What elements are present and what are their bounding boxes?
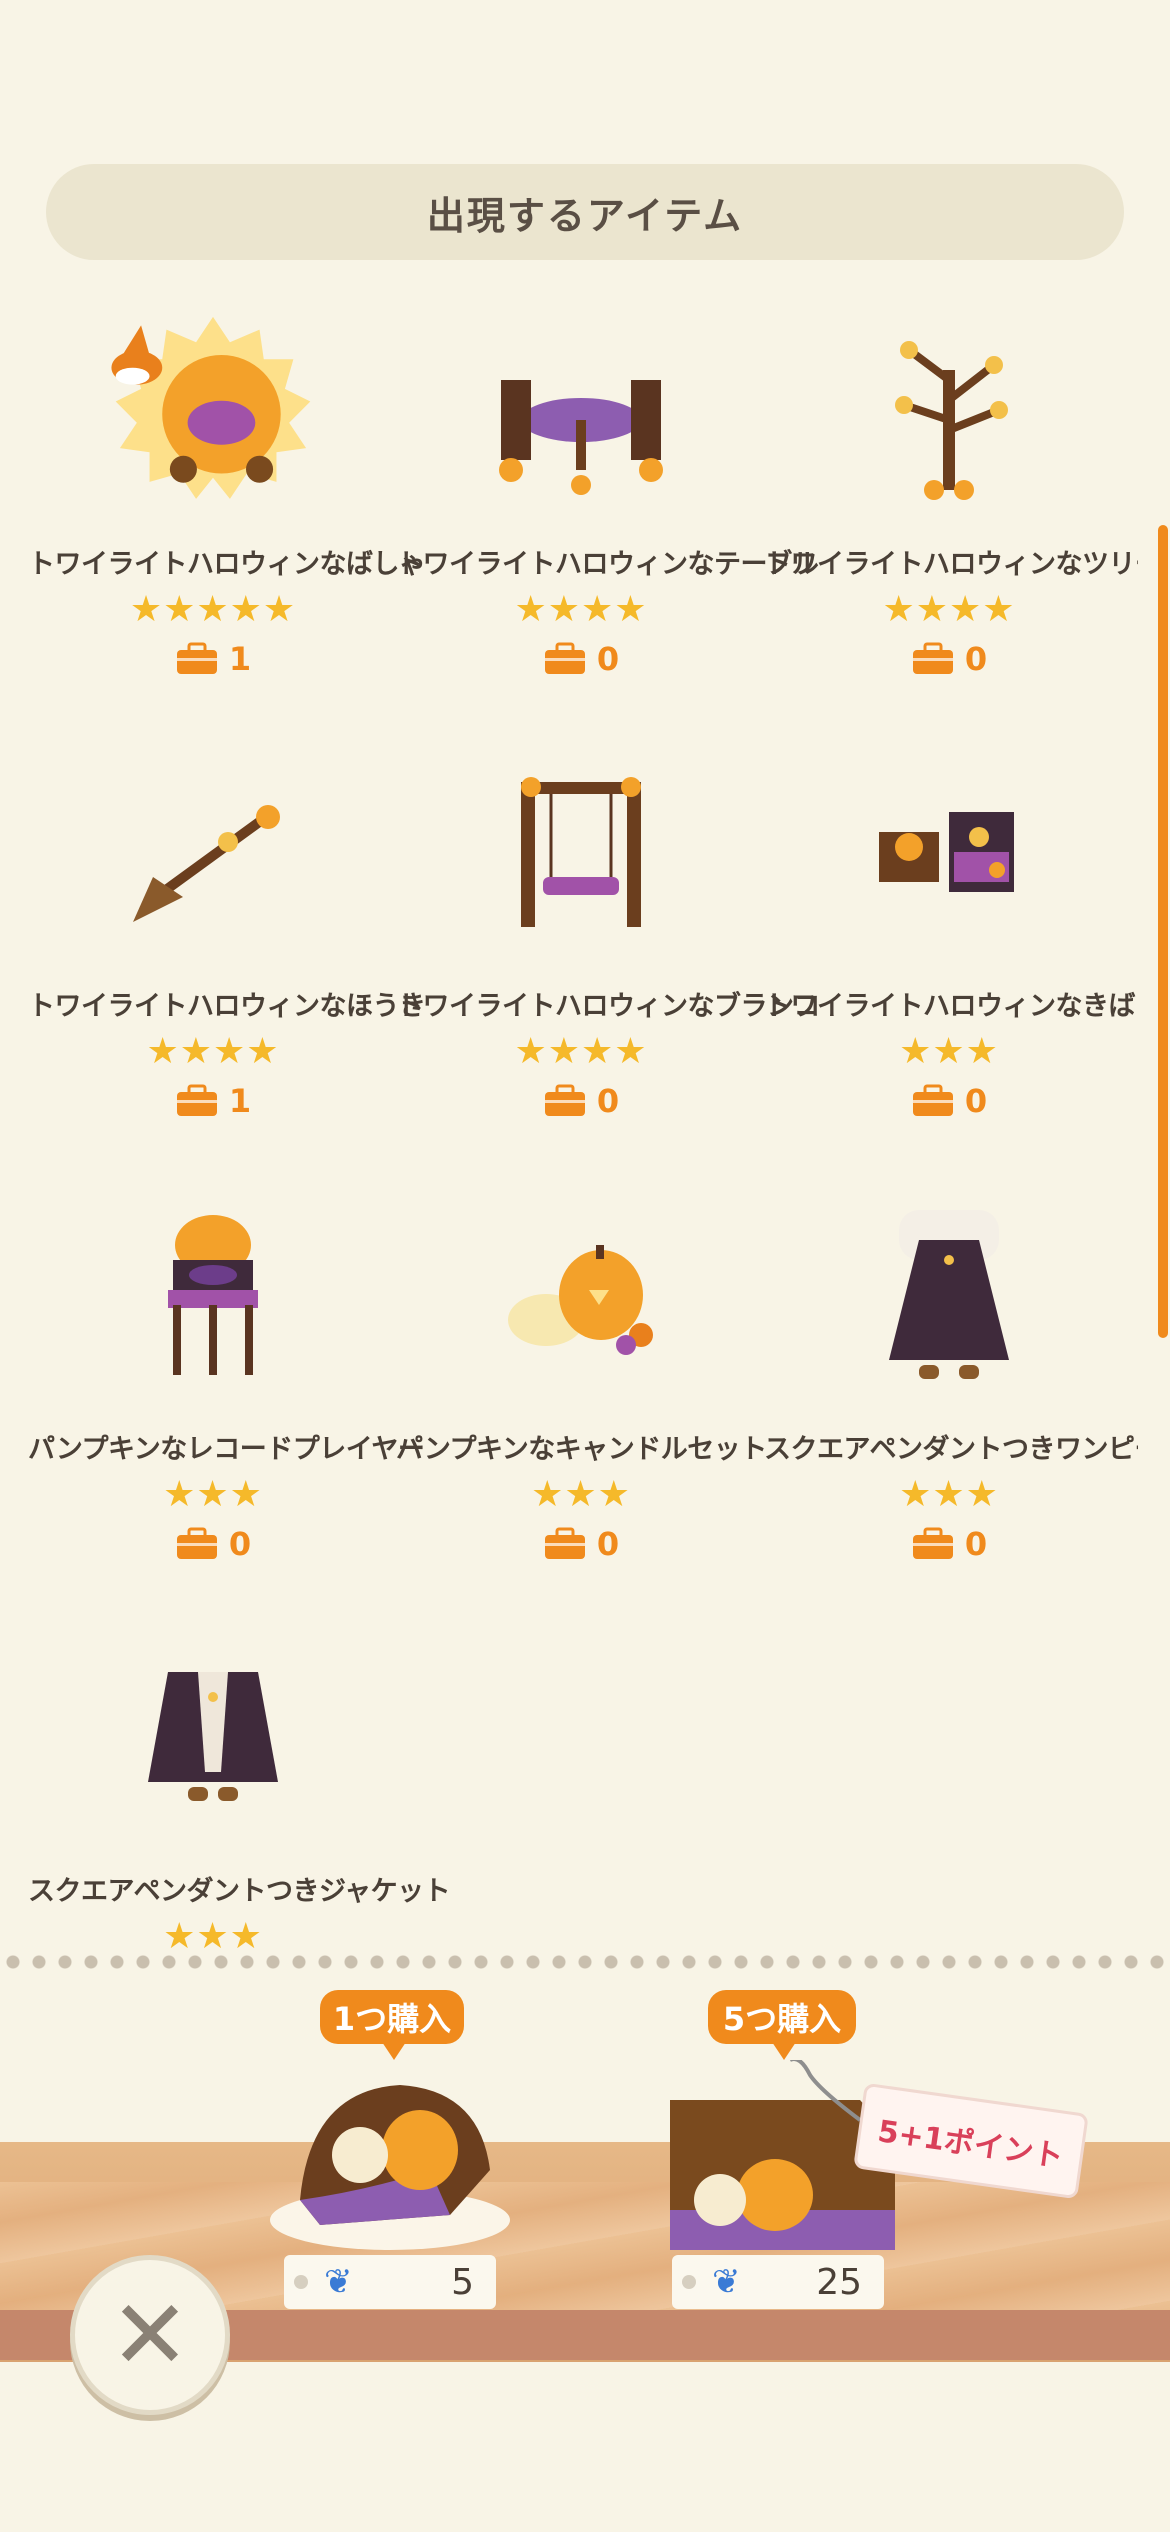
purchase-area (0, 1972, 1170, 2532)
item-card[interactable]: トワイライトハロウィンなばしゃ ★★★★★ 1 (28, 290, 426, 710)
item-name: トワイライトハロウィンなほうき (28, 991, 426, 1022)
star-rating: ★★★★ (514, 1031, 648, 1072)
bag-icon (912, 642, 953, 674)
bag-icon (544, 642, 585, 674)
item-card[interactable]: スクエアペンダントつきジャケット ★★★ (28, 1617, 451, 1962)
leaf-ticket-icon: ❦ (324, 2262, 353, 2302)
owned-count: 0 (764, 1082, 1134, 1120)
item-name: トワイライトハロウィンなブランコ (396, 991, 821, 1022)
item-name: パンプキンなキャンドルセット (396, 1434, 767, 1465)
table-image (471, 290, 691, 530)
bag-icon (176, 642, 217, 674)
close-icon: ✕ (109, 2279, 191, 2391)
bag-icon (176, 1527, 217, 1559)
item-card[interactable]: トワイライトハロウィンなブランコ ★★★★ 0 (396, 732, 821, 1152)
owned-count: 0 (28, 1525, 398, 1563)
star-rating: ★★★ (899, 1031, 999, 1072)
item-card[interactable]: トワイライトハロウィンなほうき ★★★★ 1 (28, 732, 426, 1152)
single-cookie-button[interactable] (260, 2050, 520, 2250)
single-price-value: 5 (451, 2261, 474, 2303)
owned-count: 0 (396, 640, 766, 678)
dotted-divider (0, 1955, 1170, 1969)
bag-icon (912, 1527, 953, 1559)
owned-count: 0 (764, 640, 1134, 678)
tree-image (839, 290, 1059, 530)
broom-image (103, 732, 323, 972)
star-rating: ★★★★ (514, 589, 648, 630)
dress-image (839, 1175, 1059, 1415)
owned-value: 0 (964, 1082, 988, 1120)
item-card[interactable]: トワイライトハロウィンなツリー ★★★★ 0 (764, 290, 1138, 710)
record-player-image (103, 1175, 323, 1415)
bundle-price: ❦ 25 (672, 2255, 884, 2309)
buy-five-label[interactable]: 5つ購入 (708, 1990, 856, 2060)
owned-value: 0 (964, 1525, 988, 1563)
item-card[interactable]: スクエアペンダントつきワンピース ★★★ 0 (764, 1175, 1138, 1595)
item-name: パンプキンなレコードプレイヤー (28, 1434, 425, 1465)
leaf-ticket-icon: ❦ (712, 2262, 741, 2302)
tag-hole (294, 2275, 308, 2289)
single-price: ❦ 5 (284, 2255, 496, 2309)
item-grid[interactable]: トワイライトハロウィンなばしゃ ★★★★★ 1 トワイライトハロウィンなテーブル… (28, 290, 1138, 1962)
owned-value: 0 (228, 1525, 252, 1563)
jacket-image (103, 1617, 323, 1857)
owned-count: 1 (28, 640, 398, 678)
star-rating: ★★★★ (146, 1031, 280, 1072)
star-rating: ★★★ (899, 1474, 999, 1515)
owned-count: 1 (28, 1082, 398, 1120)
item-card[interactable]: トワイライトハロウィンなきばこ ★★★ 0 (764, 732, 1138, 1152)
owned-count: 0 (396, 1525, 766, 1563)
candle-set-image (471, 1175, 691, 1415)
buy-one-label[interactable]: 1つ購入 (320, 1990, 464, 2060)
bag-icon (544, 1527, 585, 1559)
owned-value: 0 (596, 640, 620, 678)
wooden-box-image (839, 732, 1059, 972)
star-rating: ★★★★ (882, 589, 1016, 630)
owned-count: 0 (764, 1525, 1134, 1563)
page-title: 出現するアイテム (46, 164, 1124, 260)
close-button[interactable]: ✕ (70, 2255, 230, 2415)
owned-value: 1 (228, 640, 252, 678)
item-name: トワイライトハロウィンなきばこ (764, 991, 1138, 1022)
item-card[interactable]: トワイライトハロウィンなテーブル ★★★★ 0 (396, 290, 819, 710)
owned-count: 0 (396, 1082, 766, 1120)
carriage-image (103, 290, 323, 530)
star-rating: ★★★★★ (129, 589, 297, 630)
scrollbar[interactable] (1158, 525, 1168, 1338)
bag-icon (176, 1084, 217, 1116)
item-name: トワイライトハロウィンなばしゃ (28, 549, 426, 580)
owned-value: 0 (596, 1082, 620, 1120)
item-name: スクエアペンダントつきワンピース (764, 1434, 1138, 1465)
owned-value: 0 (596, 1525, 620, 1563)
item-name: トワイライトハロウィンなテーブル (396, 549, 819, 580)
item-name: スクエアペンダントつきジャケット (28, 1876, 451, 1907)
item-name: トワイライトハロウィンなツリー (764, 549, 1138, 580)
star-rating: ★★★ (163, 1474, 263, 1515)
star-rating: ★★★ (163, 1916, 263, 1957)
bundle-price-value: 25 (816, 2261, 862, 2303)
item-card[interactable]: パンプキンなレコードプレイヤー ★★★ 0 (28, 1175, 425, 1595)
owned-value: 1 (228, 1082, 252, 1120)
swing-image (471, 732, 691, 972)
item-card[interactable]: パンプキンなキャンドルセット ★★★ 0 (396, 1175, 767, 1595)
pumpkin-cookie-icon (270, 2085, 510, 2250)
bag-icon (912, 1084, 953, 1116)
tag-hole (682, 2275, 696, 2289)
owned-value: 0 (964, 640, 988, 678)
bag-icon (544, 1084, 585, 1116)
star-rating: ★★★ (531, 1474, 631, 1515)
